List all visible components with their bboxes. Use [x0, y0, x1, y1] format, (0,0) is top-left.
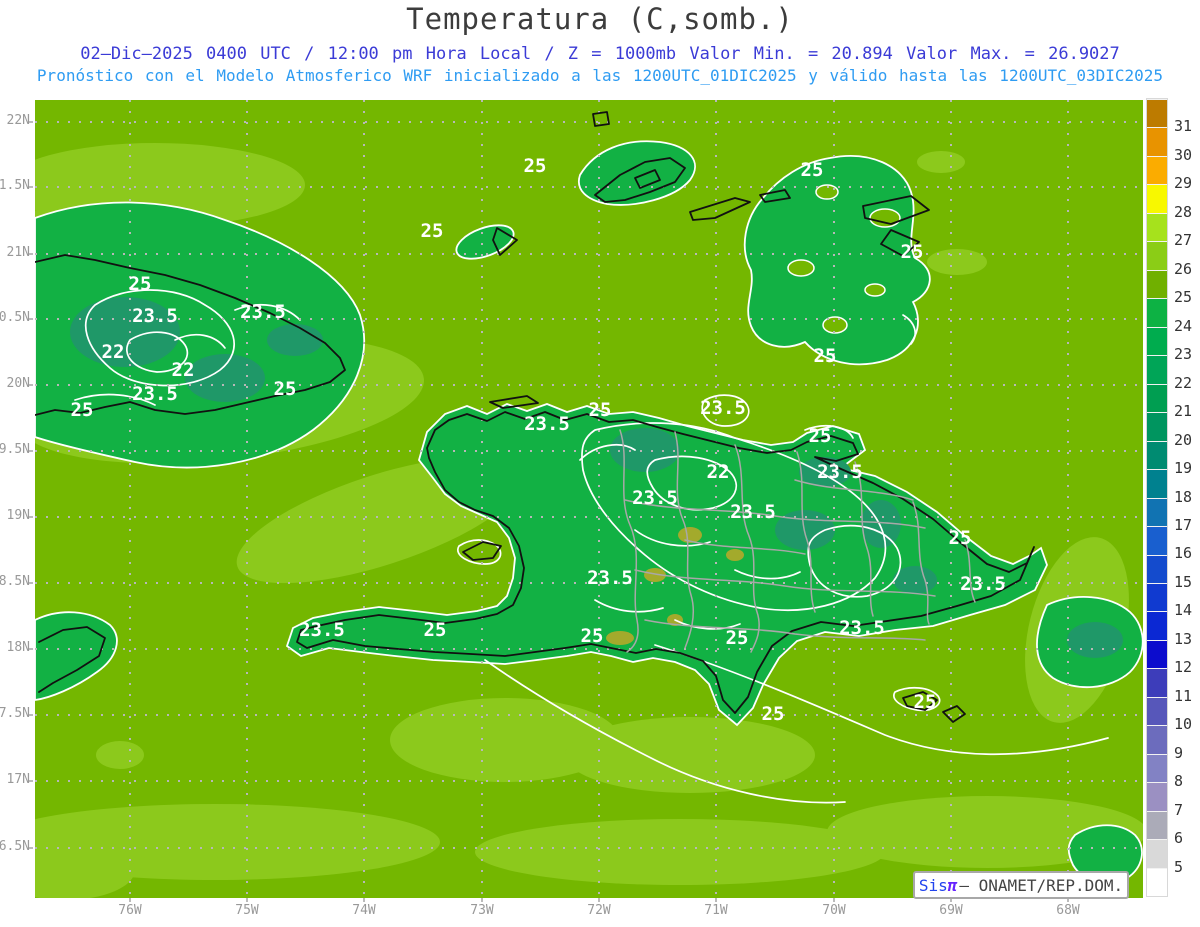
- colorbar-tick-label: 11: [1174, 686, 1193, 705]
- contour-label: 23.5: [587, 567, 633, 589]
- colorbar-tick-label: 28: [1174, 202, 1193, 221]
- contour-label: 25: [524, 155, 547, 177]
- contour-label: 25: [589, 399, 612, 421]
- contour-label: 25: [814, 345, 837, 367]
- contour-label: 23.5: [730, 501, 776, 523]
- colorbar-tick-label: 21: [1174, 402, 1193, 421]
- contour-label: 23.5: [240, 301, 286, 323]
- colorbar-tick-label: 29: [1174, 174, 1193, 193]
- colorbar-tick-label: 15: [1174, 572, 1193, 591]
- temperature-map: 25 23.5 23.5 22 22 23.5 25 25 25 25 25 25 25 25 23.5 23…: [0, 100, 1147, 900]
- lon-tick-label: 75W: [235, 903, 259, 918]
- contour-label: 23.5: [132, 383, 178, 405]
- lon-tick: [363, 898, 365, 902]
- colorbar-tick-label: 18: [1174, 487, 1193, 506]
- lon-tick: [246, 898, 248, 902]
- colorbar-tick-label: 25: [1174, 288, 1193, 307]
- colorbar-tick-label: 12: [1174, 658, 1193, 677]
- contour-label: 25: [129, 273, 152, 295]
- contour-label: 25: [274, 378, 297, 400]
- colorbar-tick-label: 19: [1174, 459, 1193, 478]
- pi-symbol: π: [947, 875, 958, 895]
- colorbar-tick-label: 14: [1174, 601, 1193, 620]
- contour-label: 23.5: [132, 305, 178, 327]
- colorbar-tick-label: 8: [1174, 772, 1184, 791]
- colorbar-tick-label: 31: [1174, 117, 1193, 136]
- temperature-shading-map: 2523.5 23.5222223.5252525252525252523.523…: [0, 100, 1147, 900]
- contour-label: 25: [901, 241, 924, 263]
- contour-label: 23.5: [817, 461, 863, 483]
- lon-tick: [715, 898, 717, 902]
- lon-tick-label: 69W: [939, 903, 963, 918]
- contour-label: 22: [102, 341, 125, 363]
- contour-label: 25: [421, 220, 444, 242]
- lon-tick-label: 72W: [587, 903, 611, 918]
- contour-label: 25: [71, 399, 94, 421]
- lon-tick: [598, 898, 600, 902]
- contour-label: 25: [581, 625, 604, 647]
- contour-label: 23.5: [632, 487, 678, 509]
- lon-tick-label: 76W: [118, 903, 142, 918]
- contour-label: 25: [809, 425, 832, 447]
- colorbar-tick-label: 23: [1174, 345, 1193, 364]
- colorbar-tick-label: 13: [1174, 629, 1193, 648]
- attribution-box: Sis π – ONAMET/REP.DOM.: [913, 871, 1129, 899]
- colorbar-tick-label: 10: [1174, 715, 1193, 734]
- contour-label: 23.5: [299, 619, 345, 641]
- colorbar-tick-label: 27: [1174, 231, 1193, 250]
- lon-tick-label: 68W: [1056, 903, 1080, 918]
- lon-tick: [129, 898, 131, 902]
- colorbar-tick-label: 5: [1174, 857, 1184, 876]
- contour-label: 25: [801, 159, 824, 181]
- colorbar-tick-label: 26: [1174, 259, 1193, 278]
- colorbar-tick-label: 20: [1174, 430, 1193, 449]
- colorbar-labels: 31 30 29 28 27 26 25 24 23 22 21 20 19 18 17 16 15 14 13 12…: [1146, 98, 1192, 895]
- contour-label: 23.5: [960, 573, 1006, 595]
- lon-tick-label: 71W: [704, 903, 728, 918]
- colorbar-tick-label: 6: [1174, 829, 1184, 848]
- contour-label: 22: [172, 359, 195, 381]
- contour-label: 22: [707, 461, 730, 483]
- weather-chart-page: Temperatura (C,somb.) 02–Dic–2025 0400 U…: [0, 0, 1200, 927]
- contour-label: 23.5: [700, 397, 746, 419]
- colorbar-tick-label: 30: [1174, 145, 1193, 164]
- sispi-logo-text: Sis: [918, 875, 948, 895]
- lon-tick: [833, 898, 835, 902]
- contour-label: 23.5: [839, 617, 885, 639]
- lon-tick-label: 74W: [352, 903, 376, 918]
- colorbar-tick-label: 17: [1174, 515, 1193, 534]
- contour-label: 25: [424, 619, 447, 641]
- lon-tick-label: 70W: [822, 903, 846, 918]
- colorbar-tick-label: 22: [1174, 373, 1193, 392]
- colorbar-tick-label: 24: [1174, 316, 1193, 335]
- contour-label: 23.5: [524, 413, 570, 435]
- colorbar-tick-label: 16: [1174, 544, 1193, 563]
- colorbar-tick-label: 9: [1174, 743, 1184, 762]
- lon-tick-label: 73W: [470, 903, 494, 918]
- attribution-org: – ONAMET/REP.DOM.: [959, 875, 1124, 895]
- contour-label: 25: [914, 691, 937, 713]
- lon-tick: [481, 898, 483, 902]
- contour-label: 25: [762, 703, 785, 725]
- colorbar-tick-label: 7: [1174, 800, 1184, 819]
- contour-label: 25: [949, 527, 972, 549]
- contour-label: 25: [726, 627, 749, 649]
